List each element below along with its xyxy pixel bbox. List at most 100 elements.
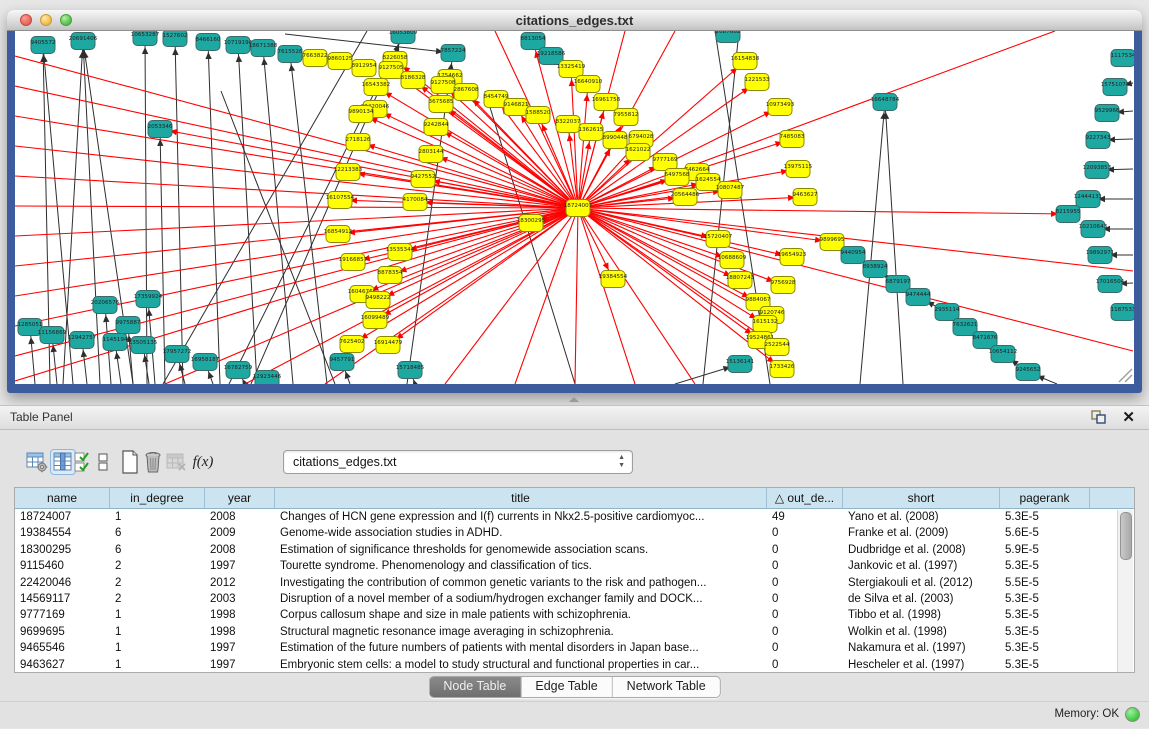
cell-out_de[interactable]: 0 bbox=[767, 624, 843, 640]
cell-name[interactable]: 14569117 bbox=[15, 591, 110, 607]
network-node[interactable]: 9245652 bbox=[1016, 364, 1041, 381]
float-panel-icon[interactable] bbox=[1091, 410, 1107, 424]
cell-short[interactable]: Franke et al. (2009) bbox=[843, 525, 1000, 541]
network-node[interactable]: 1588520 bbox=[526, 107, 551, 124]
network-node[interactable]: 1221533 bbox=[745, 74, 770, 91]
cell-name[interactable]: 19384554 bbox=[15, 525, 110, 541]
network-node[interactable]: 7485083 bbox=[780, 131, 805, 148]
column-header-name[interactable]: name bbox=[15, 488, 110, 509]
network-node[interactable]: 8912954 bbox=[352, 60, 377, 77]
cell-name[interactable]: 9115460 bbox=[15, 558, 110, 574]
cell-year[interactable]: 1998 bbox=[205, 607, 275, 623]
table-row[interactable]: 2242004622012Investigating the contribut… bbox=[15, 575, 1134, 591]
cell-out_de[interactable]: 0 bbox=[767, 525, 843, 541]
table-row[interactable]: 946362711997Embryonic stem cells: a mode… bbox=[15, 657, 1134, 673]
network-node[interactable]: 1621022 bbox=[626, 144, 651, 161]
column-header-out_de[interactable]: △ out_de... bbox=[767, 488, 843, 509]
network-node[interactable]: 19892971 bbox=[1086, 247, 1115, 264]
table-row[interactable]: 969969511998Structural magnetic resonanc… bbox=[15, 624, 1134, 640]
network-node[interactable]: 2053346 bbox=[148, 121, 173, 138]
network-node[interactable]: 2935114 bbox=[935, 304, 960, 321]
cell-in_degree[interactable]: 2 bbox=[110, 575, 205, 591]
panel-divider[interactable] bbox=[0, 393, 1149, 405]
cell-pagerank[interactable]: 5.3E-5 bbox=[1000, 624, 1090, 640]
network-node[interactable]: 10807487 bbox=[716, 182, 745, 199]
close-panel-icon[interactable]: ✕ bbox=[1122, 408, 1135, 426]
network-node[interactable]: 7955812 bbox=[614, 109, 639, 126]
network-node[interactable]: 8813054 bbox=[521, 33, 546, 50]
cell-title[interactable]: Estimation of the future numbers of pati… bbox=[275, 640, 767, 656]
cell-year[interactable]: 2003 bbox=[205, 591, 275, 607]
network-node[interactable]: 9242844 bbox=[424, 119, 449, 136]
cell-pagerank[interactable]: 5.3E-5 bbox=[1000, 657, 1090, 673]
network-node[interactable]: 9127508 bbox=[431, 77, 456, 94]
cell-name[interactable]: 18724007 bbox=[15, 509, 110, 525]
network-node[interactable]: 3675685 bbox=[429, 96, 454, 113]
network-node[interactable]: 15718485 bbox=[396, 362, 425, 379]
cell-in_degree[interactable]: 1 bbox=[110, 509, 205, 525]
network-node[interactable]: 15136141 bbox=[726, 356, 755, 373]
divider-handle-icon[interactable] bbox=[569, 397, 579, 402]
cell-pagerank[interactable]: 5.3E-5 bbox=[1000, 640, 1090, 656]
table-row[interactable]: 977716911998Corpus callosum shape and si… bbox=[15, 607, 1134, 623]
column-header-title[interactable]: title bbox=[275, 488, 767, 509]
cell-year[interactable]: 1997 bbox=[205, 640, 275, 656]
network-node[interactable]: 13325419 bbox=[557, 61, 586, 78]
function-builder-icon[interactable]: f(x) bbox=[188, 449, 218, 475]
network-node[interactable]: 1145194 bbox=[103, 334, 128, 351]
network-node[interactable]: 7615526 bbox=[278, 46, 303, 63]
column-header-year[interactable]: year bbox=[205, 488, 275, 509]
column-header-in_degree[interactable]: in_degree bbox=[110, 488, 205, 509]
cell-short[interactable]: de Silva et al. (2003) bbox=[843, 591, 1000, 607]
network-node[interactable]: 17016504 bbox=[1096, 276, 1125, 293]
network-node[interactable]: 10688609 bbox=[718, 252, 747, 269]
cell-name[interactable]: 9463627 bbox=[15, 657, 110, 673]
network-node[interactable]: 16914479 bbox=[374, 337, 403, 354]
cell-title[interactable]: Embryonic stem cells: a model to study s… bbox=[275, 657, 767, 673]
network-node[interactable]: 4170084 bbox=[403, 194, 428, 211]
citation-network-graph[interactable]: 9405572206914061065328715276028466160107… bbox=[15, 31, 1134, 384]
cell-name[interactable]: 18300295 bbox=[15, 542, 110, 558]
network-node[interactable]: 8938924 bbox=[863, 261, 888, 278]
cell-out_de[interactable]: 0 bbox=[767, 640, 843, 656]
network-node[interactable]: 16640910 bbox=[574, 76, 603, 93]
network-node[interactable]: 10653287 bbox=[131, 31, 160, 46]
cell-pagerank[interactable]: 5.3E-5 bbox=[1000, 591, 1090, 607]
network-node[interactable]: 13505135 bbox=[129, 337, 158, 354]
cell-in_degree[interactable]: 2 bbox=[110, 558, 205, 574]
cell-out_de[interactable]: 49 bbox=[767, 509, 843, 525]
network-canvas[interactable]: 9405572206914061065328715276028466160107… bbox=[15, 31, 1134, 384]
network-node[interactable]: 17359924 bbox=[134, 291, 163, 308]
cell-short[interactable]: Jankovic et al. (1997) bbox=[843, 558, 1000, 574]
cell-short[interactable]: Nakamura et al. (1997) bbox=[843, 640, 1000, 656]
cell-out_de[interactable]: 0 bbox=[767, 575, 843, 591]
network-node[interactable]: 8322037 bbox=[556, 116, 581, 133]
cell-pagerank[interactable]: 5.9E-5 bbox=[1000, 542, 1090, 558]
cell-pagerank[interactable]: 5.3E-5 bbox=[1000, 509, 1090, 525]
cell-pagerank[interactable]: 5.5E-5 bbox=[1000, 575, 1090, 591]
cell-in_degree[interactable]: 1 bbox=[110, 624, 205, 640]
network-node[interactable]: 16961758 bbox=[592, 94, 621, 111]
network-node[interactable]: 9405572 bbox=[31, 37, 56, 54]
network-node[interactable]: 19654923 bbox=[778, 249, 807, 266]
network-node[interactable]: 9440954 bbox=[841, 247, 866, 264]
network-node[interactable]: 2803144 bbox=[419, 146, 444, 163]
network-node[interactable]: 9463627 bbox=[793, 189, 818, 206]
table-body[interactable]: 1872400712008Changes of HCN gene express… bbox=[15, 509, 1134, 673]
cell-pagerank[interactable]: 5.3E-5 bbox=[1000, 558, 1090, 574]
network-node[interactable]: 8990448 bbox=[603, 132, 628, 149]
cell-year[interactable]: 2008 bbox=[205, 509, 275, 525]
cell-title[interactable]: Disruption of a novel member of a sodium… bbox=[275, 591, 767, 607]
network-node[interactable]: 12444131 bbox=[1074, 191, 1103, 208]
cell-in_degree[interactable]: 1 bbox=[110, 640, 205, 656]
network-node[interactable]: 18300295 bbox=[517, 215, 546, 232]
scrollbar-thumb[interactable] bbox=[1120, 512, 1132, 560]
cell-title[interactable]: Corpus callosum shape and size in male p… bbox=[275, 607, 767, 623]
network-node[interactable]: 19166857 bbox=[339, 254, 368, 271]
cell-in_degree[interactable]: 1 bbox=[110, 657, 205, 673]
network-node[interactable]: 16854912 bbox=[324, 226, 352, 243]
network-node[interactable]: 2867608 bbox=[454, 84, 479, 101]
network-node[interactable]: 19384554 bbox=[599, 271, 628, 288]
network-node[interactable]: 1527602 bbox=[163, 31, 188, 47]
cell-year[interactable]: 2008 bbox=[205, 542, 275, 558]
